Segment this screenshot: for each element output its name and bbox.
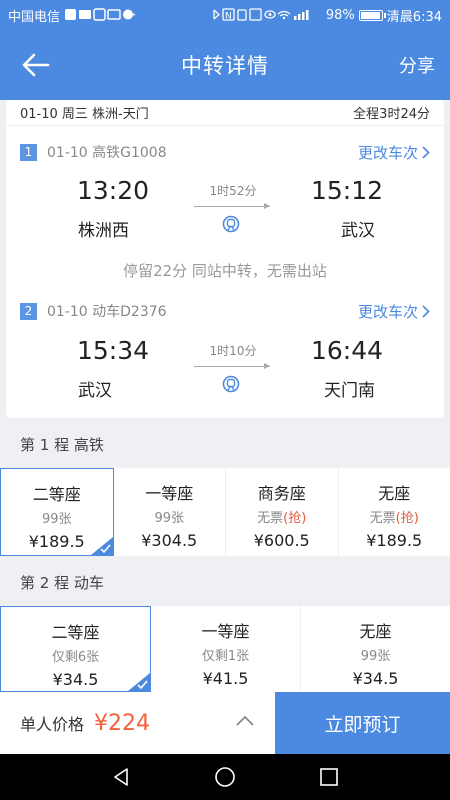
departure-time: 13:20: [77, 176, 150, 205]
seat-availability: 99张: [1, 508, 113, 527]
leg-number-badge: 1: [20, 143, 37, 161]
seat-option[interactable]: 无座无票(抢) ¥189.5: [339, 468, 450, 556]
nav-back-icon[interactable]: [110, 766, 132, 788]
segment-2-seat-options: 二等座 仅剩6张 ¥34.5 一等座 仅剩1张 ¥41.5 无座 99张 ¥34.5: [0, 606, 450, 692]
book-now-button[interactable]: 立即预订: [275, 692, 450, 754]
share-button[interactable]: 分享: [399, 52, 435, 78]
seat-price: ¥34.5: [352, 669, 399, 688]
duration-arrow: [194, 363, 270, 369]
segment-2-label: 第 2 程 动车: [20, 574, 104, 592]
seat-price: ¥600.5: [253, 531, 310, 550]
status-bar: 中国电信 N 98% 清晨6:34: [0, 0, 450, 30]
seat-option[interactable]: 一等座 99张 ¥304.5: [114, 468, 226, 556]
segment-1-seat-options: 二等座 99张 ¥189.5 一等座 99张 ¥304.5 商务座 无票(抢) ¥600.5 无座…: [0, 468, 450, 556]
seat-availability: 无票(抢): [339, 507, 450, 526]
price-summary[interactable]: 单人价格 ¥224: [0, 692, 275, 754]
route-summary: 01-10 周三 株洲-天门 全程3时24分: [6, 100, 444, 126]
seat-availability: 无票(抢): [226, 507, 338, 526]
change-train-button[interactable]: 更改车次: [358, 142, 430, 163]
seat-availability: 99张: [114, 507, 226, 526]
seat-count: 仅剩6张: [51, 650, 100, 665]
arrival-time: 15:12: [311, 176, 384, 205]
nav-home-icon[interactable]: [213, 765, 237, 789]
train-icon: [221, 375, 241, 393]
seat-availability: 仅剩6张: [1, 646, 150, 665]
clock: 清晨6:34: [386, 9, 442, 25]
train-icon: [221, 215, 241, 233]
seat-option[interactable]: 二等座 99张 ¥189.5: [0, 468, 114, 556]
notification-icons: [64, 7, 138, 23]
svg-text:N: N: [225, 11, 232, 21]
system-icons: N: [210, 7, 322, 23]
arrival-time: 16:44: [311, 336, 384, 365]
app-header: 中转详情 分享: [0, 30, 450, 100]
change-train-button[interactable]: 更改车次: [358, 301, 430, 322]
total-price: ¥224: [94, 710, 151, 736]
total-duration: 全程3时24分: [353, 107, 430, 122]
page-title: 中转详情: [181, 54, 269, 78]
arrival-station: 天门南: [324, 381, 375, 401]
seat-count: 99张: [154, 511, 185, 526]
leg-duration: 1时52分: [209, 184, 257, 198]
seat-class: 二等座: [51, 623, 100, 642]
route-date: 01-10 周三 株洲-天门: [20, 107, 149, 122]
departure-station: 武汉: [78, 381, 112, 401]
seat-option[interactable]: 商务座无票(抢) ¥600.5: [226, 468, 339, 556]
selected-check-icon: [90, 537, 113, 555]
leg-train-info: 01-10 高铁G1008: [47, 145, 167, 161]
chevron-right-icon: [422, 304, 430, 318]
leg-1-header: 1 01-10 高铁G1008 更改车次: [20, 140, 430, 164]
seat-class: 无座: [359, 622, 392, 641]
grab-ticket-tag: (抢): [283, 511, 307, 526]
bottom-bar: 单人价格 ¥224 立即预订: [0, 692, 450, 754]
leg-2-header: 2 01-10 动车D2376 更改车次: [20, 299, 430, 323]
seat-price: ¥304.5: [141, 531, 198, 550]
seat-count: 99张: [360, 649, 391, 664]
leg-1-times: 13:20 株洲西 1时52分 15:12 武汉: [6, 176, 444, 246]
system-nav-bar: [0, 754, 450, 800]
seat-class: 二等座: [32, 485, 81, 504]
battery-percent: 98%: [325, 7, 355, 23]
seat-availability: 仅剩1张: [151, 645, 300, 664]
seat-option[interactable]: 二等座 仅剩6张 ¥34.5: [0, 606, 151, 692]
battery-icon: [358, 9, 386, 21]
seat-price: ¥41.5: [202, 669, 249, 688]
leg-duration: 1时10分: [209, 344, 257, 358]
selected-check-icon: [128, 673, 150, 691]
leg-2-times: 15:34 武汉 1时10分 16:44 天门南: [6, 336, 444, 406]
back-arrow-icon[interactable]: [20, 50, 52, 80]
departure-time: 15:34: [77, 336, 150, 365]
seat-class: 商务座: [257, 484, 306, 503]
seat-count: 仅剩1张: [201, 649, 250, 664]
seat-option[interactable]: 无座 99张 ¥34.5: [301, 606, 450, 692]
duration-arrow: [194, 203, 270, 209]
seat-class: 无座: [378, 484, 411, 503]
status-bar-left: 中国电信: [8, 6, 138, 25]
seat-price: ¥189.5: [366, 531, 423, 550]
seat-count: 无票: [369, 511, 396, 526]
status-bar-right: N 98% 清晨6:34: [210, 6, 442, 25]
change-train-label: 更改车次: [357, 302, 418, 321]
leg-number-badge: 2: [20, 302, 37, 320]
departure-station: 株洲西: [78, 221, 129, 241]
grab-ticket-tag: (抢): [395, 511, 419, 526]
seat-option[interactable]: 一等座仅剩1张 ¥41.5: [151, 606, 301, 692]
seat-class: 一等座: [145, 484, 194, 503]
chevron-right-icon: [422, 145, 430, 159]
seat-class: 一等座: [201, 622, 250, 641]
route-card: 01-10 周三 株洲-天门 全程3时24分 1 01-10 高铁G1008 更…: [6, 100, 444, 418]
segment-1-label: 第 1 程 高铁: [20, 436, 104, 454]
seat-count: 99张: [41, 512, 72, 527]
seat-availability: 99张: [301, 645, 450, 664]
leg-train-info: 01-10 动车D2376: [47, 304, 167, 320]
change-train-label: 更改车次: [357, 143, 418, 162]
carrier-name: 中国电信: [8, 9, 61, 25]
arrival-station: 武汉: [341, 221, 375, 241]
seat-count: 无票: [257, 511, 284, 526]
nav-recents-icon[interactable]: [318, 766, 340, 788]
transfer-note: 停留22分 同站中转，无需出站: [123, 262, 327, 280]
price-label: 单人价格: [20, 715, 85, 734]
chevron-up-icon[interactable]: [235, 714, 255, 728]
